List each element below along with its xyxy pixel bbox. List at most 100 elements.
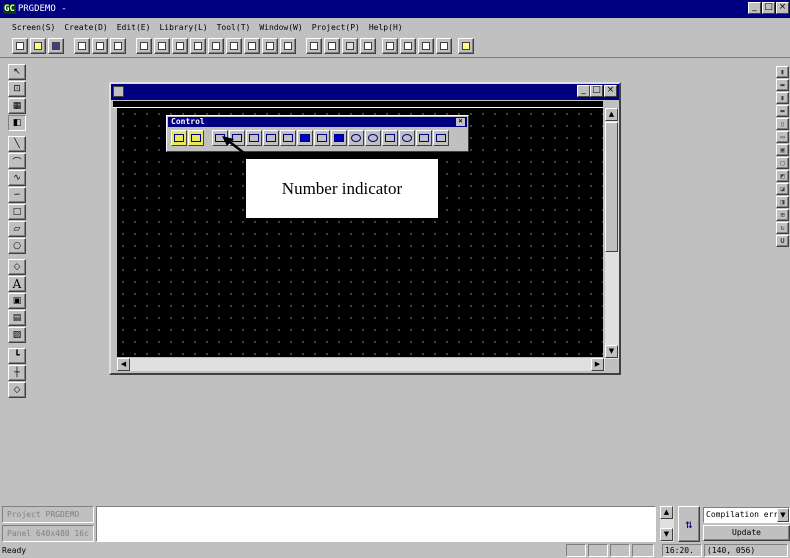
editor-close-button[interactable]: × bbox=[604, 85, 617, 97]
message-icon[interactable] bbox=[263, 130, 279, 146]
scroll-up-icon[interactable]: ▲ bbox=[605, 108, 618, 121]
duplicate-icon[interactable] bbox=[172, 38, 188, 54]
button-icon[interactable]: ▤ bbox=[8, 310, 26, 326]
output-scroll-up-icon[interactable]: ▲ bbox=[660, 506, 673, 519]
layout-icon-4[interactable] bbox=[436, 38, 452, 54]
cut-icon[interactable] bbox=[74, 38, 90, 54]
zoom-icon[interactable]: ⊡ bbox=[8, 81, 26, 97]
line-icon[interactable]: ╲ bbox=[8, 136, 26, 152]
rectangle-icon[interactable]: □ bbox=[8, 204, 26, 220]
new-icon[interactable] bbox=[12, 38, 28, 54]
window-menu-icon[interactable] bbox=[113, 86, 124, 97]
property-icon[interactable]: ▦ bbox=[8, 98, 26, 114]
rotate-icon[interactable]: ↻ bbox=[776, 222, 789, 234]
scroll-down-icon[interactable]: ▼ bbox=[605, 345, 618, 358]
underline-icon[interactable]: U bbox=[776, 235, 789, 247]
ungroup-icon[interactable]: ▢ bbox=[776, 157, 789, 169]
mirror-icon[interactable] bbox=[190, 38, 206, 54]
layout-icon-1[interactable] bbox=[382, 38, 398, 54]
minimize-button[interactable]: _ bbox=[748, 2, 761, 14]
undo-icon[interactable] bbox=[136, 38, 152, 54]
curve-icon[interactable]: ∽ bbox=[8, 187, 26, 203]
axis-icon[interactable]: ┼ bbox=[8, 365, 26, 381]
align-bottom-icon[interactable]: ▬ bbox=[776, 105, 789, 117]
tool-icon-14[interactable] bbox=[280, 38, 296, 54]
paste-icon[interactable] bbox=[110, 38, 126, 54]
front-icon[interactable]: ◩ bbox=[776, 170, 789, 182]
tool-icon-18[interactable] bbox=[360, 38, 376, 54]
output-scrollbar[interactable]: ▲ ▼ bbox=[660, 506, 674, 542]
multi-switch-icon[interactable] bbox=[188, 130, 204, 146]
scroll-thumb[interactable] bbox=[605, 122, 618, 252]
scroll-right-icon[interactable]: ▶ bbox=[591, 358, 604, 371]
menu-library[interactable]: Library(L) bbox=[159, 23, 207, 32]
menu-create[interactable]: Create(D) bbox=[64, 23, 107, 32]
scroll-left-icon[interactable]: ◀ bbox=[117, 358, 130, 371]
save-icon[interactable] bbox=[48, 38, 64, 54]
copy-icon[interactable] bbox=[92, 38, 108, 54]
update-button[interactable]: Update bbox=[703, 525, 790, 541]
text-icon[interactable]: A bbox=[8, 276, 26, 292]
menu-project[interactable]: Project(P) bbox=[312, 23, 360, 32]
parallelogram-icon[interactable]: ▱ bbox=[8, 221, 26, 237]
flip-h-icon[interactable]: ◨ bbox=[776, 196, 789, 208]
horizontal-scrollbar[interactable]: ◀ ▶ bbox=[117, 358, 605, 371]
back-icon[interactable]: ◪ bbox=[776, 183, 789, 195]
diamond-icon[interactable]: ◇ bbox=[8, 382, 26, 398]
chevron-down-icon[interactable]: ▼ bbox=[777, 508, 789, 522]
select-object-icon[interactable]: ◧ bbox=[8, 115, 26, 131]
slider-icon[interactable] bbox=[382, 130, 398, 146]
tool-icon-10[interactable] bbox=[208, 38, 224, 54]
output-area[interactable] bbox=[96, 506, 656, 542]
pie-icon[interactable] bbox=[365, 130, 381, 146]
polyline-icon[interactable]: ∿ bbox=[8, 170, 26, 186]
editor-maximize-button[interactable]: □ bbox=[590, 85, 603, 97]
ellipse-icon[interactable]: ○ bbox=[8, 238, 26, 254]
align-right-icon[interactable]: ▮ bbox=[776, 92, 789, 104]
palette-close-button[interactable]: × bbox=[456, 118, 465, 126]
pattern-icon[interactable]: ▨ bbox=[8, 327, 26, 343]
connector-icon[interactable] bbox=[433, 130, 449, 146]
editor-minimize-button[interactable]: _ bbox=[577, 85, 590, 97]
tool-icon-15[interactable] bbox=[306, 38, 322, 54]
tool-icon-13[interactable] bbox=[262, 38, 278, 54]
maximize-button[interactable]: □ bbox=[762, 2, 775, 14]
menu-screen[interactable]: Screen(S) bbox=[12, 23, 55, 32]
center-v-icon[interactable]: ▭ bbox=[776, 131, 789, 143]
level-meter-icon[interactable] bbox=[331, 130, 347, 146]
grid-icon[interactable] bbox=[342, 38, 358, 54]
indicator-lamp-icon[interactable] bbox=[416, 130, 432, 146]
center-h-icon[interactable]: ▯ bbox=[776, 118, 789, 130]
layout-icon-3[interactable] bbox=[418, 38, 434, 54]
tool-icon-11[interactable] bbox=[226, 38, 242, 54]
tool-icon-16[interactable] bbox=[324, 38, 340, 54]
switch-icon[interactable] bbox=[171, 130, 187, 146]
panel-info[interactable]: Panel 640x480 16c bbox=[2, 525, 94, 542]
menu-help[interactable]: Help(H) bbox=[369, 23, 403, 32]
compile-icon[interactable]: ⇅ bbox=[678, 506, 700, 542]
pointer-icon[interactable]: ↖ bbox=[8, 64, 26, 80]
output-scroll-down-icon[interactable]: ▼ bbox=[660, 528, 673, 541]
menu-window[interactable]: Window(W) bbox=[259, 23, 302, 32]
trend-graph-icon[interactable] bbox=[314, 130, 330, 146]
lamp-icon[interactable] bbox=[280, 130, 296, 146]
redo-icon[interactable] bbox=[154, 38, 170, 54]
knob-icon[interactable] bbox=[399, 130, 415, 146]
polygon-icon[interactable]: ◇ bbox=[8, 259, 26, 275]
vertical-scrollbar[interactable]: ▲ ▼ bbox=[605, 108, 619, 359]
bar-graph-icon[interactable] bbox=[297, 130, 313, 146]
compile-dropdown[interactable]: Compilation erro ▼ bbox=[703, 507, 790, 523]
layout-icon-2[interactable] bbox=[400, 38, 416, 54]
align-left-icon[interactable]: ▮ bbox=[776, 66, 789, 78]
align-top-icon[interactable]: ▬ bbox=[776, 79, 789, 91]
project-name[interactable]: Project PRGDEMO bbox=[2, 506, 94, 523]
bitmap-icon[interactable]: ▣ bbox=[8, 293, 26, 309]
open-icon[interactable] bbox=[30, 38, 46, 54]
arc-icon[interactable]: ⌒ bbox=[8, 153, 26, 169]
scale-icon[interactable]: ┗ bbox=[8, 348, 26, 364]
flip-v-icon[interactable]: ⊞ bbox=[776, 209, 789, 221]
group-icon[interactable]: ▣ bbox=[776, 144, 789, 156]
menu-edit[interactable]: Edit(E) bbox=[117, 23, 151, 32]
close-button[interactable]: × bbox=[776, 2, 789, 14]
gauge-icon[interactable] bbox=[348, 130, 364, 146]
